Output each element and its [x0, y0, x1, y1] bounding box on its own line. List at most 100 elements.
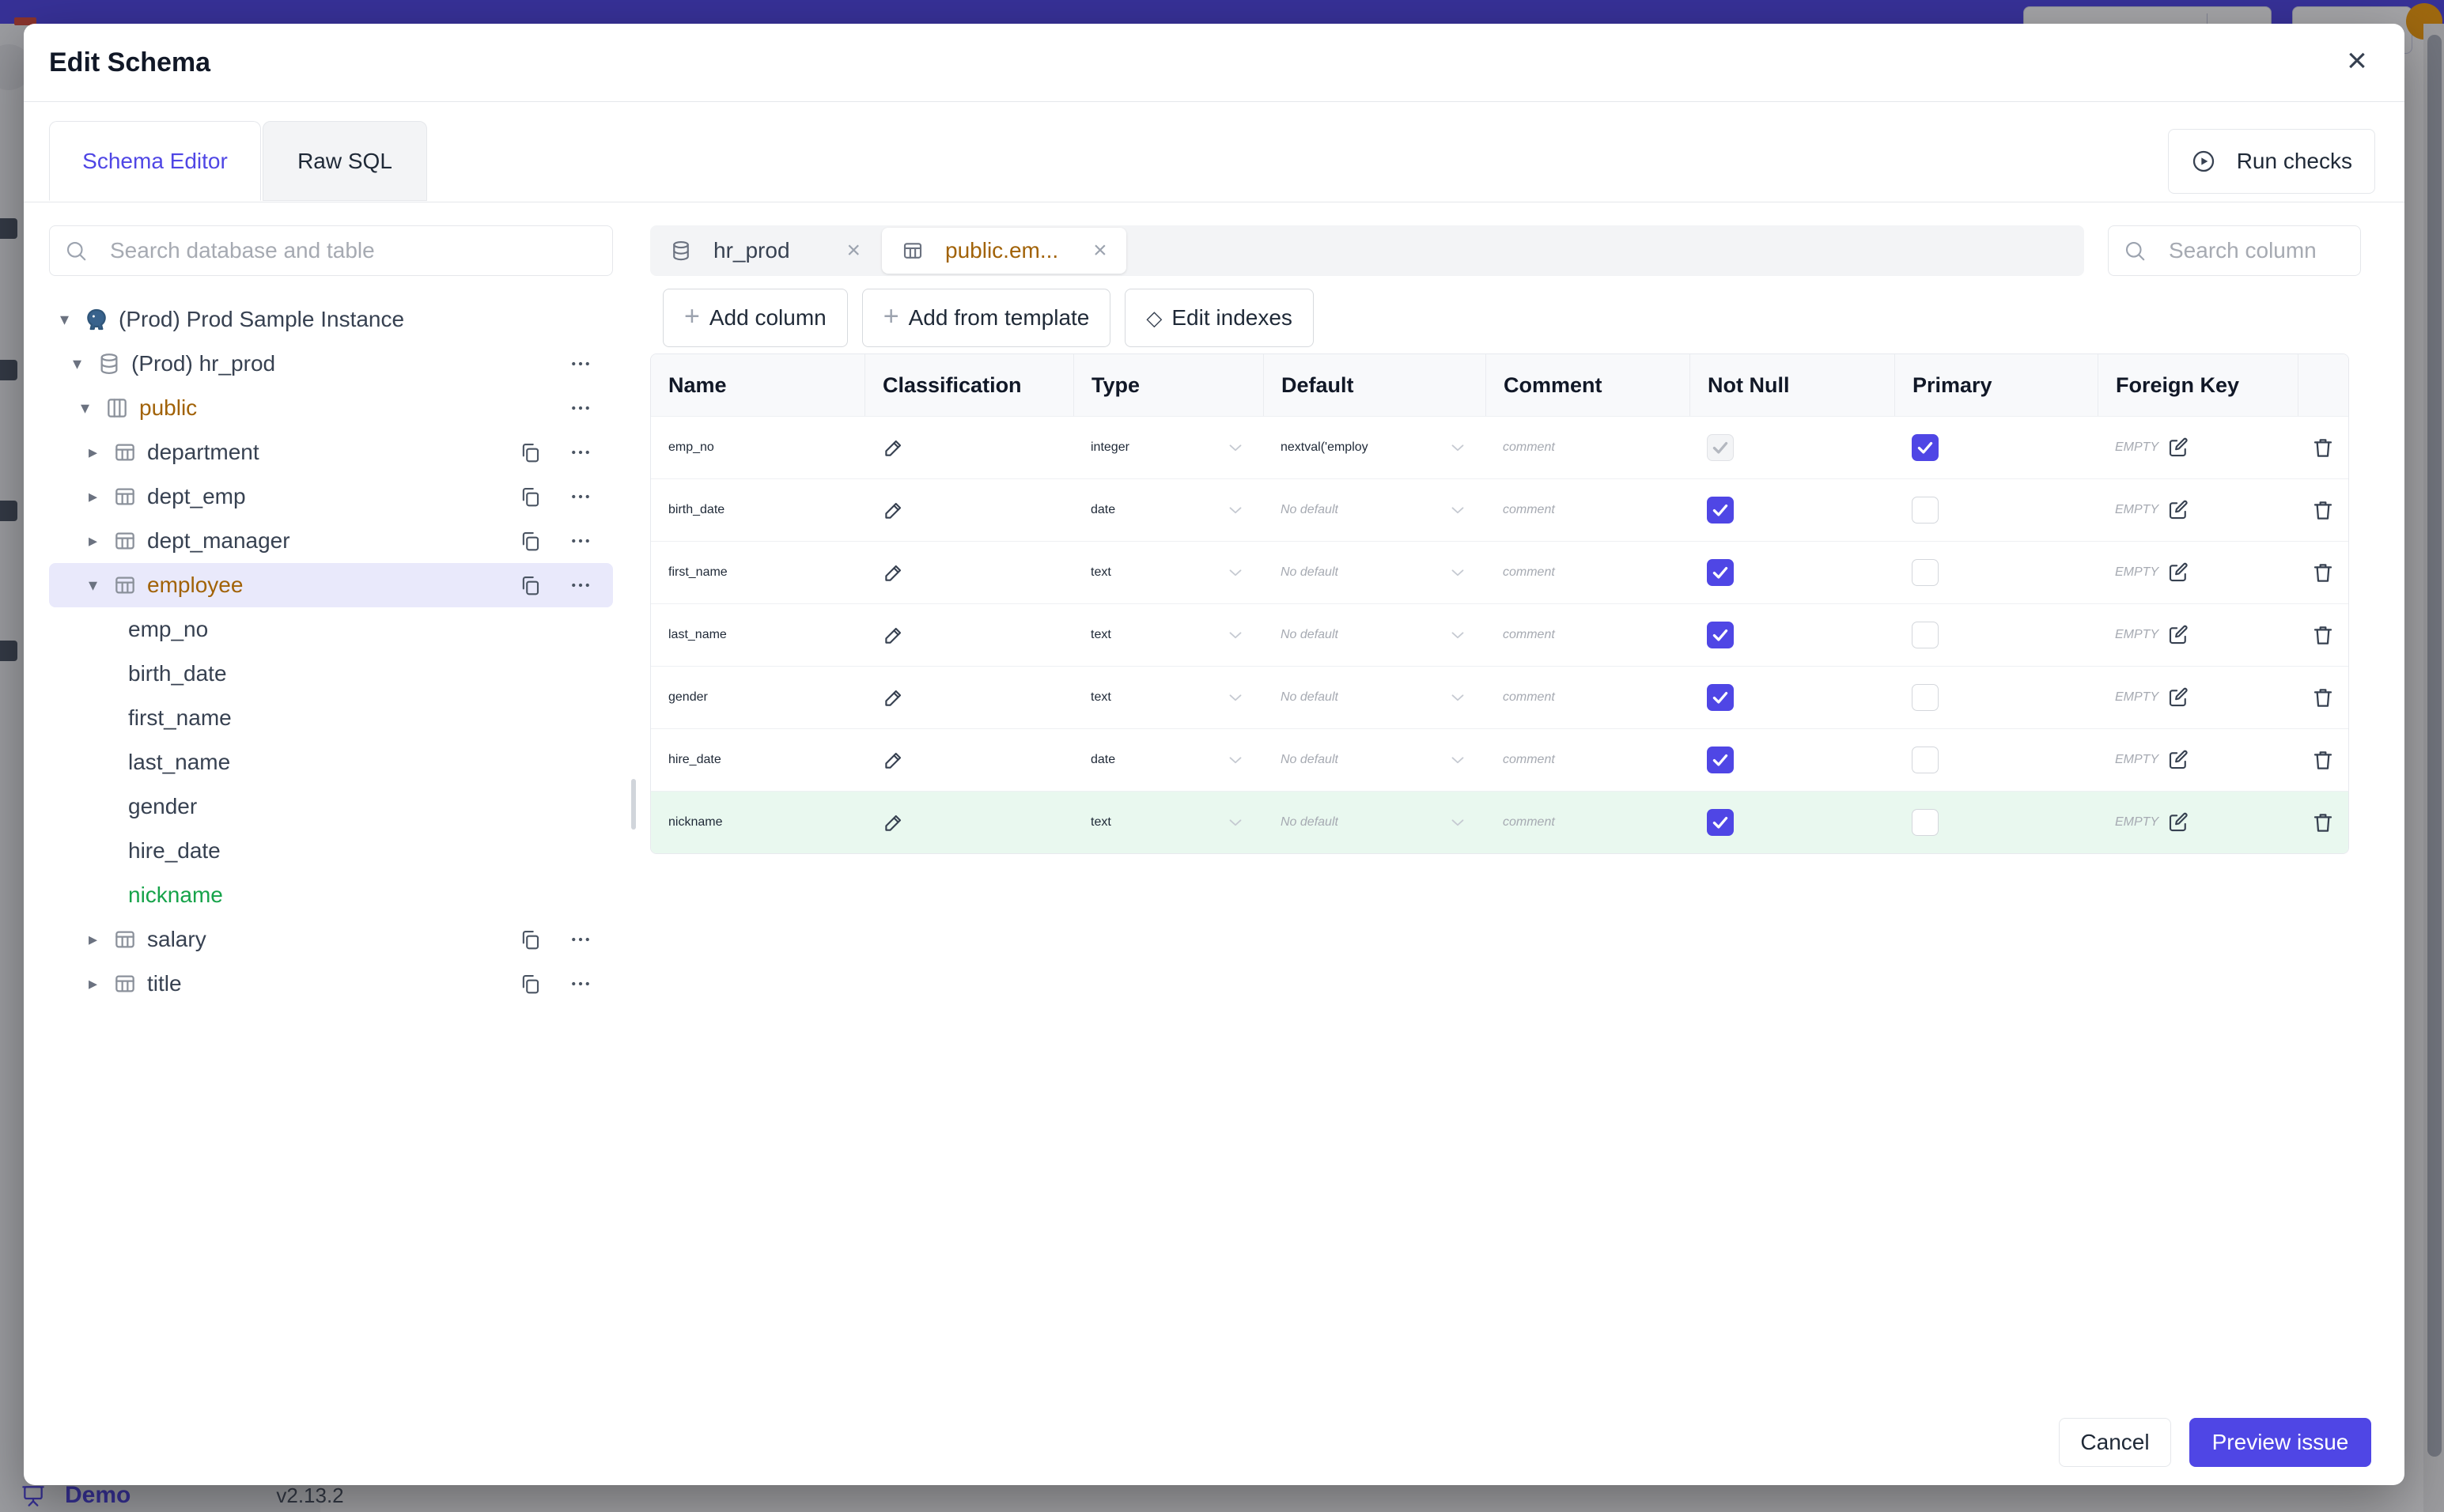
trash-icon[interactable] [2310, 810, 2336, 835]
trash-icon[interactable] [2310, 747, 2336, 773]
cancel-button[interactable]: Cancel [2059, 1418, 2171, 1467]
edit-square-icon[interactable] [2166, 623, 2190, 647]
add-from-template-button[interactable]: + Add from template [861, 289, 1111, 347]
caret-right-icon[interactable]: ▸ [89, 486, 112, 507]
tree-item-employee[interactable]: ▾ employee [49, 563, 613, 607]
caret-down-icon[interactable]: ▾ [60, 309, 84, 330]
column-name-cell[interactable]: nickname [651, 792, 864, 853]
edit-square-icon[interactable] [2166, 436, 2190, 459]
tree-column-gender[interactable]: gender [49, 784, 613, 829]
pencil-icon[interactable] [882, 561, 906, 584]
not-null-checkbox[interactable] [1707, 684, 1734, 711]
caret-right-icon[interactable]: ▸ [89, 973, 112, 994]
not-null-checkbox[interactable] [1707, 559, 1734, 586]
edit-indexes-button[interactable]: ◇ Edit indexes [1125, 289, 1314, 347]
caret-right-icon[interactable]: ▸ [89, 442, 112, 463]
caret-right-icon[interactable]: ▸ [89, 531, 112, 551]
trash-icon[interactable] [2310, 622, 2336, 648]
column-name-cell[interactable]: emp_no [651, 417, 864, 478]
copy-icon[interactable] [518, 972, 542, 996]
comment-input[interactable]: comment [1485, 729, 1689, 791]
column-name-cell[interactable]: hire_date [651, 729, 864, 791]
type-select[interactable]: text [1073, 542, 1263, 603]
primary-checkbox[interactable] [1912, 747, 1939, 773]
run-checks-button[interactable]: Run checks [2167, 129, 2375, 194]
comment-input[interactable]: comment [1485, 667, 1689, 728]
copy-icon[interactable] [518, 928, 542, 951]
tab-schema-editor[interactable]: Schema Editor [49, 121, 261, 201]
add-column-button[interactable]: + Add column [663, 289, 848, 347]
tree-item-salary[interactable]: ▸ salary [49, 917, 613, 962]
comment-input[interactable]: comment [1485, 542, 1689, 603]
trash-icon[interactable] [2310, 435, 2336, 460]
primary-checkbox[interactable] [1912, 809, 1939, 836]
tree-item-dept_manager[interactable]: ▸ dept_manager [49, 519, 613, 563]
edit-square-icon[interactable] [2166, 561, 2190, 584]
close-tab-icon[interactable]: × [823, 237, 861, 264]
type-select[interactable]: date [1073, 729, 1263, 791]
copy-icon[interactable] [518, 485, 542, 508]
comment-input[interactable]: comment [1485, 604, 1689, 666]
more-icon[interactable] [569, 573, 592, 597]
default-select[interactable]: No default [1263, 792, 1485, 853]
column-name-cell[interactable]: first_name [651, 542, 864, 603]
pencil-icon[interactable] [882, 498, 906, 522]
more-icon[interactable] [569, 396, 592, 420]
more-icon[interactable] [569, 440, 592, 464]
not-null-checkbox[interactable] [1707, 622, 1734, 648]
tree-item-(Prod) Prod Sample Instance[interactable]: ▾ (Prod) Prod Sample Instance [49, 297, 613, 342]
tree-column-last_name[interactable]: last_name [49, 740, 613, 784]
column-name-cell[interactable]: birth_date [651, 479, 864, 541]
not-null-checkbox[interactable] [1707, 809, 1734, 836]
tree-column-hire_date[interactable]: hire_date [49, 829, 613, 873]
column-name-cell[interactable]: gender [651, 667, 864, 728]
pencil-icon[interactable] [882, 623, 906, 647]
caret-right-icon[interactable]: ▸ [89, 929, 112, 950]
pencil-icon[interactable] [882, 436, 906, 459]
default-select[interactable]: nextval('employ [1263, 417, 1485, 478]
more-icon[interactable] [569, 352, 592, 376]
primary-checkbox[interactable] [1912, 559, 1939, 586]
edit-square-icon[interactable] [2166, 686, 2190, 709]
type-select[interactable]: integer [1073, 417, 1263, 478]
tree-column-nickname[interactable]: nickname [49, 873, 613, 917]
edit-square-icon[interactable] [2166, 811, 2190, 834]
type-select[interactable]: text [1073, 604, 1263, 666]
comment-input[interactable]: comment [1485, 479, 1689, 541]
default-select[interactable]: No default [1263, 479, 1485, 541]
trash-icon[interactable] [2310, 685, 2336, 710]
tree-item-title[interactable]: ▸ title [49, 962, 613, 1006]
primary-checkbox[interactable] [1912, 434, 1939, 461]
copy-icon[interactable] [518, 573, 542, 597]
type-select[interactable]: date [1073, 479, 1263, 541]
editor-tab-hr_prod[interactable]: hr_prod × [650, 225, 880, 276]
primary-checkbox[interactable] [1912, 497, 1939, 524]
column-search-input[interactable] [2167, 237, 2404, 264]
not-null-checkbox[interactable] [1707, 747, 1734, 773]
tree-item-(Prod) hr_prod[interactable]: ▾ (Prod) hr_prod [49, 342, 613, 386]
database-search-input[interactable] [108, 237, 598, 264]
caret-down-icon[interactable]: ▾ [73, 353, 96, 374]
caret-down-icon[interactable]: ▾ [89, 575, 112, 595]
more-icon[interactable] [569, 485, 592, 508]
primary-checkbox[interactable] [1912, 622, 1939, 648]
comment-input[interactable]: comment [1485, 792, 1689, 853]
close-tab-icon[interactable]: × [1069, 237, 1107, 264]
default-select[interactable]: No default [1263, 604, 1485, 666]
editor-tab-publicem[interactable]: public.em... × [882, 228, 1126, 274]
default-select[interactable]: No default [1263, 542, 1485, 603]
pencil-icon[interactable] [882, 748, 906, 772]
tree-item-dept_emp[interactable]: ▸ dept_emp [49, 474, 613, 519]
tree-column-emp_no[interactable]: emp_no [49, 607, 613, 652]
copy-icon[interactable] [518, 440, 542, 464]
type-select[interactable]: text [1073, 792, 1263, 853]
trash-icon[interactable] [2310, 560, 2336, 585]
column-name-cell[interactable]: last_name [651, 604, 864, 666]
tree-column-birth_date[interactable]: birth_date [49, 652, 613, 696]
more-icon[interactable] [569, 529, 592, 553]
type-select[interactable]: text [1073, 667, 1263, 728]
more-icon[interactable] [569, 928, 592, 951]
edit-square-icon[interactable] [2166, 498, 2190, 522]
pencil-icon[interactable] [882, 811, 906, 834]
caret-down-icon[interactable]: ▾ [81, 398, 104, 418]
